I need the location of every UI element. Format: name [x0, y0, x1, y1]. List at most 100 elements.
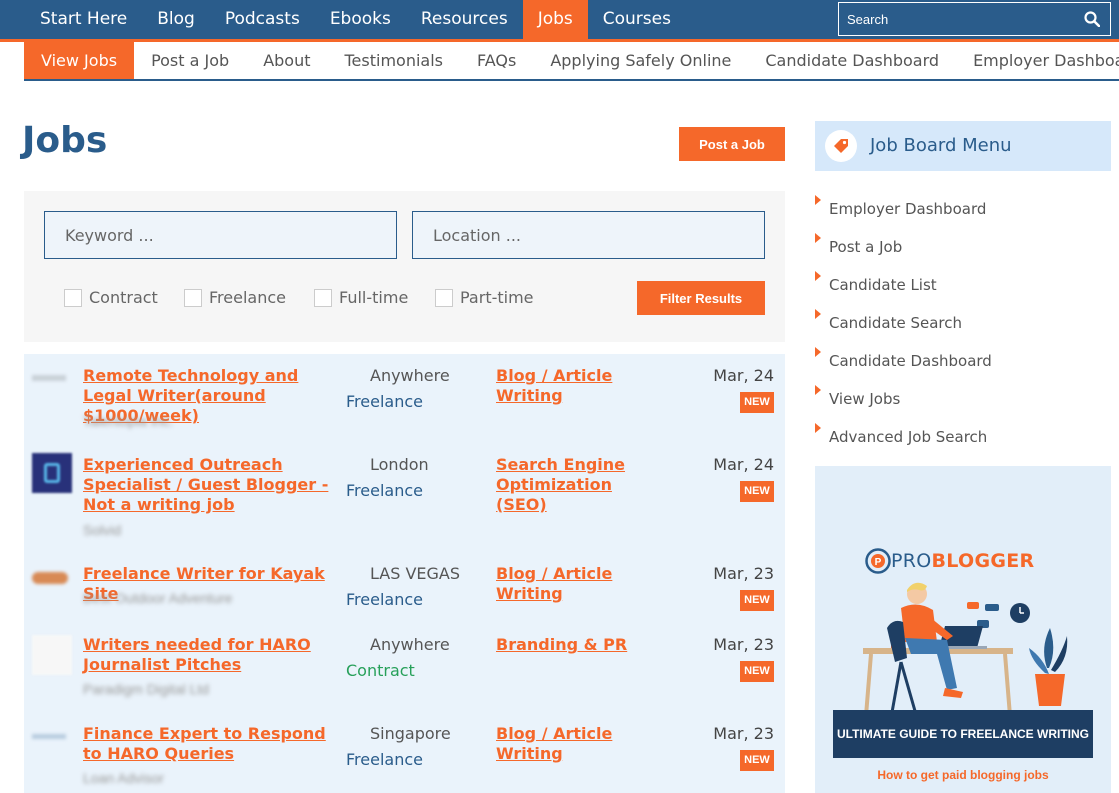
menu-item-label: Candidate Dashboard — [829, 352, 992, 370]
company-logo — [32, 453, 72, 493]
sub-nav-view-jobs[interactable]: View Jobs — [24, 42, 135, 79]
new-badge: NEW — [740, 590, 774, 611]
top-nav-courses[interactable]: Courses — [588, 0, 686, 39]
arrow-icon — [815, 195, 821, 205]
menu-item-label: Candidate List — [829, 276, 937, 294]
new-badge: NEW — [740, 661, 774, 682]
problogger-guide-ad[interactable]: P PROBLOGGER ULTIMATE GUIDE TO FREELANCE… — [815, 466, 1111, 793]
company-logo — [32, 370, 72, 410]
job-type: Contract — [346, 661, 415, 680]
job-title-link[interactable]: Writers needed for HARO Journalist Pitch… — [83, 635, 339, 675]
sub-nav-candidate-dashboard[interactable]: Candidate Dashboard — [748, 42, 956, 79]
top-navigation-bar: Start Here Blog Podcasts Ebooks Resource… — [0, 0, 1119, 39]
logo-blogger-text: BLOGGER — [931, 550, 1035, 572]
job-date: Mar, 23 — [713, 724, 774, 743]
job-category-link[interactable]: Branding & PR — [496, 635, 636, 655]
checkbox-box[interactable] — [314, 288, 332, 307]
checkbox-label: Part-time — [460, 288, 534, 307]
problogger-logo: P PROBLOGGER — [865, 548, 1034, 574]
sub-nav-about[interactable]: About — [246, 42, 327, 79]
new-badge: NEW — [740, 750, 774, 771]
sub-nav-applying-safely[interactable]: Applying Safely Online — [533, 42, 748, 79]
job-title-link[interactable]: Finance Expert to Respond to HARO Querie… — [83, 724, 339, 764]
menu-item-label: Advanced Job Search — [829, 428, 988, 446]
job-date: Mar, 23 — [713, 564, 774, 583]
job-listing-row: Finance Expert to Respond to HARO Querie… — [24, 712, 785, 793]
sub-nav-employer-dashboard[interactable]: Employer Dashboard — [956, 42, 1119, 79]
search-box — [838, 2, 1111, 36]
problogger-wordmark: PROBLOGGER — [891, 550, 1034, 572]
top-nav: Start Here Blog Podcasts Ebooks Resource… — [0, 0, 686, 39]
guide-subtitle: How to get paid blogging jobs — [877, 768, 1049, 782]
full-time-checkbox[interactable]: Full-time — [314, 288, 408, 307]
job-category-link[interactable]: Blog / Article Writing — [496, 724, 636, 764]
job-board-menu-title: Job Board Menu — [870, 135, 1012, 156]
top-nav-ebooks[interactable]: Ebooks — [315, 0, 406, 39]
new-badge: NEW — [740, 392, 774, 413]
menu-item-candidate-dashboard[interactable]: Candidate Dashboard — [815, 342, 992, 380]
menu-item-employer-dashboard[interactable]: Employer Dashboard — [815, 190, 992, 228]
sub-nav-testimonials[interactable]: Testimonials — [328, 42, 461, 79]
top-nav-resources[interactable]: Resources — [406, 0, 523, 39]
page-title: Jobs — [22, 120, 108, 161]
keyword-input[interactable] — [44, 211, 397, 259]
checkbox-label: Full-time — [339, 288, 409, 307]
search-icon[interactable] — [1084, 11, 1100, 27]
menu-item-view-jobs[interactable]: View Jobs — [815, 380, 992, 418]
filter-results-button[interactable]: Filter Results — [637, 281, 765, 315]
location-input[interactable] — [412, 211, 765, 259]
job-listings: Remote Technology and Legal Writer(aroun… — [24, 354, 785, 793]
jobs-sub-nav: View Jobs Post a Job About Testimonials … — [24, 42, 1119, 79]
sub-nav-divider — [24, 79, 1119, 81]
top-nav-start-here[interactable]: Start Here — [0, 0, 142, 39]
part-time-checkbox[interactable]: Part-time — [435, 288, 534, 307]
job-category-link[interactable]: Search Engine Optimization (SEO) — [496, 455, 636, 515]
job-date: Mar, 24 — [713, 366, 774, 385]
menu-item-label: Post a Job — [829, 238, 903, 256]
job-listing-row: Writers needed for HARO Journalist Pitch… — [24, 623, 785, 712]
arrow-icon — [815, 309, 821, 319]
job-location: Singapore — [370, 724, 451, 743]
checkbox-box[interactable] — [184, 288, 202, 307]
menu-item-post-a-job[interactable]: Post a Job — [815, 228, 992, 266]
contract-checkbox[interactable]: Contract — [64, 288, 158, 307]
checkbox-label: Contract — [89, 288, 158, 307]
menu-item-advanced-job-search[interactable]: Advanced Job Search — [815, 418, 992, 456]
menu-item-label: Employer Dashboard — [829, 200, 987, 218]
company-name: Best Outdoor Adventure — [83, 590, 233, 606]
company-name: Solvid — [83, 522, 122, 538]
job-board-menu-header: Job Board Menu — [815, 121, 1111, 171]
job-listing-row: Remote Technology and Legal Writer(aroun… — [24, 354, 785, 443]
problogger-logo-icon: P — [865, 548, 891, 574]
arrow-icon — [815, 423, 821, 433]
job-category-link[interactable]: Blog / Article Writing — [496, 366, 636, 406]
freelance-checkbox[interactable]: Freelance — [184, 288, 286, 307]
svg-text:P: P — [875, 557, 882, 568]
job-listing-row: Experienced Outreach Specialist / Guest … — [24, 443, 785, 552]
top-nav-podcasts[interactable]: Podcasts — [210, 0, 315, 39]
tag-icon — [825, 130, 857, 162]
job-title-link[interactable]: Experienced Outreach Specialist / Guest … — [83, 455, 339, 515]
post-a-job-button[interactable]: Post a Job — [679, 127, 785, 161]
menu-item-label: Candidate Search — [829, 314, 962, 332]
sub-nav-post-a-job[interactable]: Post a Job — [134, 42, 246, 79]
job-listing-row: Freelance Writer for Kayak Site Best Out… — [24, 552, 785, 623]
menu-item-candidate-search[interactable]: Candidate Search — [815, 304, 992, 342]
top-nav-jobs[interactable]: Jobs — [522, 0, 588, 39]
job-type: Freelance — [346, 750, 423, 769]
checkbox-box[interactable] — [64, 288, 82, 307]
company-logo — [32, 726, 72, 766]
job-category-link[interactable]: Blog / Article Writing — [496, 564, 636, 604]
top-nav-blog[interactable]: Blog — [142, 0, 210, 39]
sub-nav-faqs[interactable]: FAQs — [460, 42, 533, 79]
job-location: Anywhere — [370, 366, 450, 385]
arrow-icon — [815, 347, 821, 357]
job-type: Freelance — [346, 590, 423, 609]
menu-item-candidate-list[interactable]: Candidate List — [815, 266, 992, 304]
job-date: Mar, 24 — [713, 455, 774, 474]
search-input[interactable] — [839, 3, 1069, 35]
company-name: Loan Advisor — [83, 770, 164, 786]
company-logo — [32, 564, 72, 604]
checkbox-box[interactable] — [435, 288, 453, 307]
arrow-icon — [815, 271, 821, 281]
